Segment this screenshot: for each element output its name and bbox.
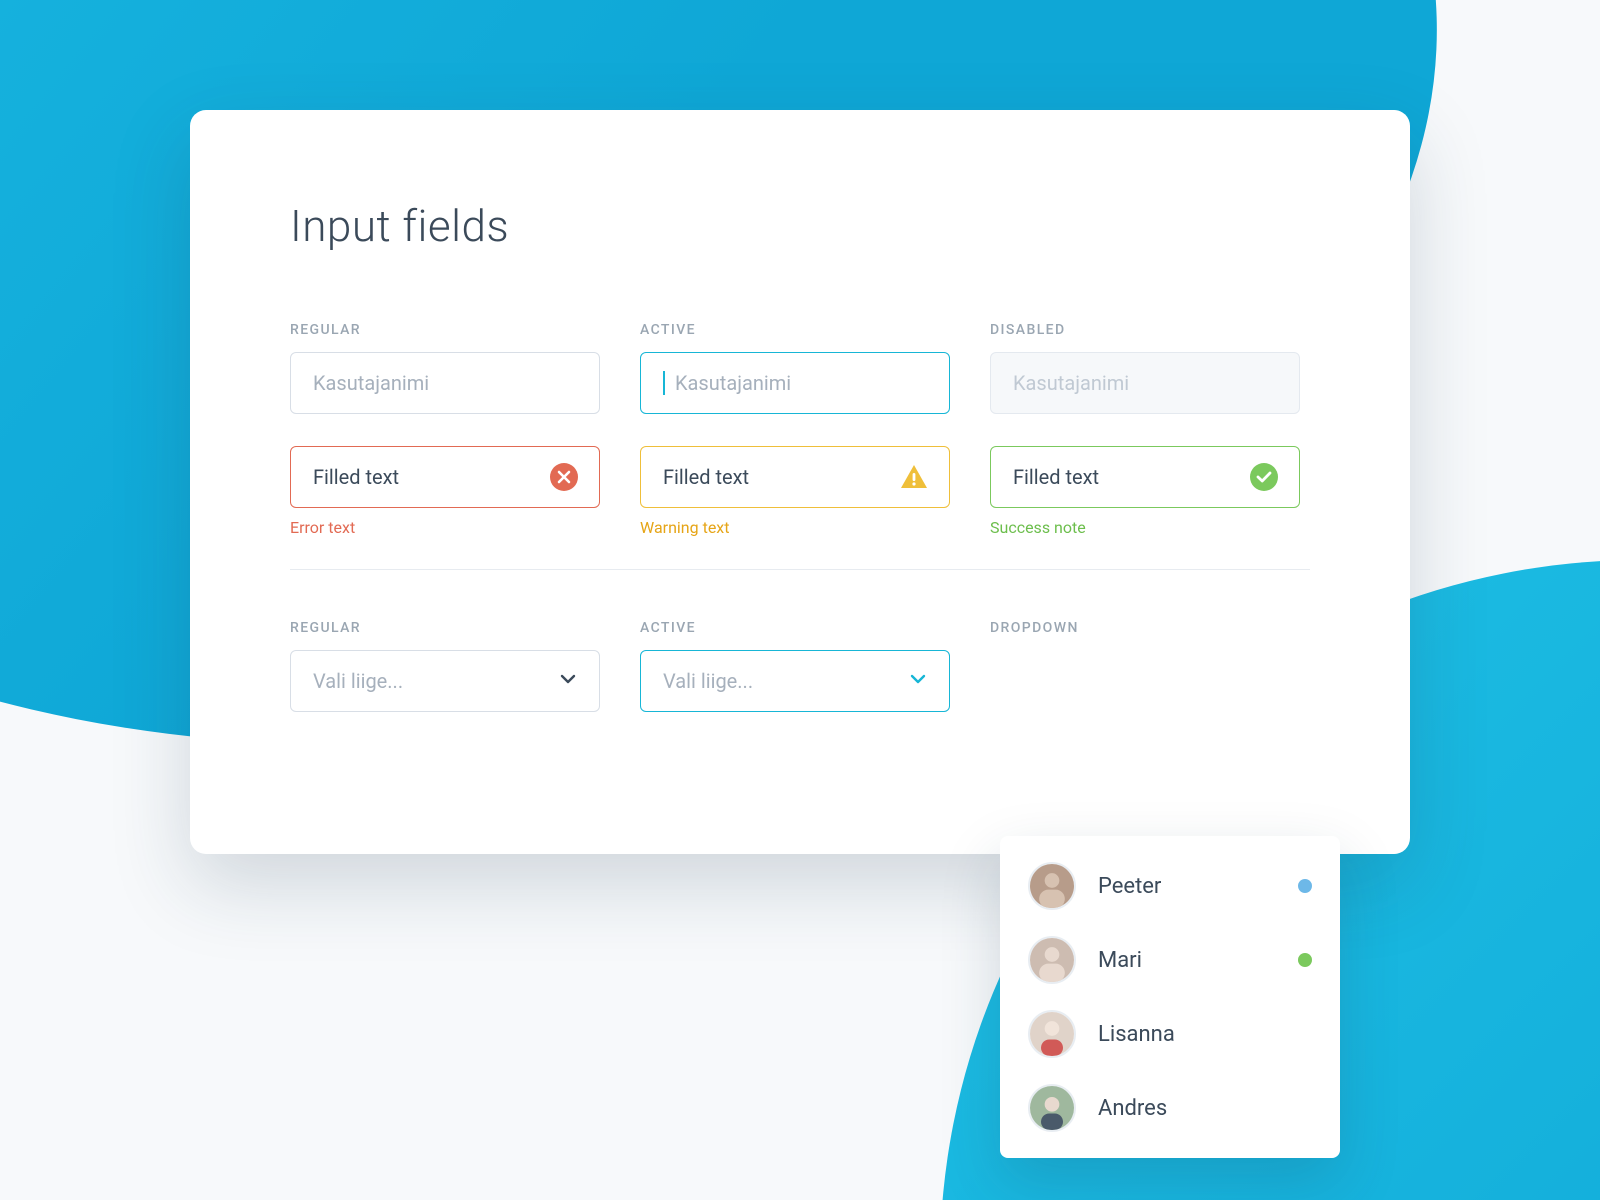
input-placeholder: Kasutajanimi bbox=[313, 371, 429, 395]
avatar bbox=[1028, 1010, 1076, 1058]
page-title: Input fields bbox=[290, 200, 1310, 252]
showcase-card: Input fields REGULAR Kasutajanimi ACTIVE… bbox=[190, 110, 1410, 854]
dropdown-option[interactable]: Lisanna bbox=[1028, 1010, 1312, 1058]
avatar bbox=[1028, 862, 1076, 910]
text-input-active[interactable]: Kasutajanimi bbox=[640, 352, 950, 414]
warning-icon bbox=[899, 462, 929, 492]
helper-text-warning: Warning text bbox=[640, 518, 950, 537]
text-input-error[interactable]: Filled text bbox=[290, 446, 600, 508]
text-input-success[interactable]: Filled text bbox=[990, 446, 1300, 508]
field-label: DROPDOWN bbox=[990, 620, 1300, 636]
dropdown-option-label: Andres bbox=[1098, 1096, 1312, 1121]
field-error: Filled text Error text bbox=[290, 446, 600, 537]
status-dot-icon bbox=[1298, 879, 1312, 893]
select-row: REGULAR Vali liige... ACTIVE Vali liige.… bbox=[290, 620, 1310, 712]
select-active[interactable]: Vali liige... bbox=[640, 650, 950, 712]
input-value: Filled text bbox=[313, 465, 399, 489]
select-placeholder: Vali liige... bbox=[313, 669, 403, 693]
dropdown-option[interactable]: Peeter bbox=[1028, 862, 1312, 910]
dropdown-option[interactable]: Andres bbox=[1028, 1084, 1312, 1132]
field-warning: Filled text Warning text bbox=[640, 446, 950, 537]
field-label: ACTIVE bbox=[640, 322, 950, 338]
dropdown-panel: Peeter Mari Lisanna Andres bbox=[1000, 836, 1340, 1158]
chevron-down-icon bbox=[559, 669, 577, 693]
avatar bbox=[1028, 1084, 1076, 1132]
input-row-states: REGULAR Kasutajanimi ACTIVE Kasutajanimi… bbox=[290, 322, 1310, 414]
dropdown-option-label: Mari bbox=[1098, 948, 1276, 973]
field-select-regular: REGULAR Vali liige... bbox=[290, 620, 600, 712]
success-icon bbox=[1249, 462, 1279, 492]
field-label: DISABLED bbox=[990, 322, 1300, 338]
section-divider bbox=[290, 569, 1310, 570]
field-regular: REGULAR Kasutajanimi bbox=[290, 322, 600, 414]
avatar bbox=[1028, 936, 1076, 984]
field-label: REGULAR bbox=[290, 322, 600, 338]
input-placeholder: Kasutajanimi bbox=[1013, 371, 1129, 395]
field-label: REGULAR bbox=[290, 620, 600, 636]
input-row-validation: Filled text Error text Filled text Warni… bbox=[290, 446, 1310, 537]
text-caret bbox=[663, 371, 665, 395]
text-input-warning[interactable]: Filled text bbox=[640, 446, 950, 508]
dropdown-option-label: Peeter bbox=[1098, 874, 1276, 899]
input-value: Filled text bbox=[1013, 465, 1099, 489]
input-placeholder: Kasutajanimi bbox=[675, 371, 791, 395]
status-dot-icon bbox=[1298, 953, 1312, 967]
field-active: ACTIVE Kasutajanimi bbox=[640, 322, 950, 414]
field-label: ACTIVE bbox=[640, 620, 950, 636]
field-select-active: ACTIVE Vali liige... bbox=[640, 620, 950, 712]
field-select-dropdown: DROPDOWN bbox=[990, 620, 1300, 712]
helper-text-success: Success note bbox=[990, 518, 1300, 537]
select-placeholder: Vali liige... bbox=[663, 669, 753, 693]
text-input-regular[interactable]: Kasutajanimi bbox=[290, 352, 600, 414]
error-icon bbox=[549, 462, 579, 492]
chevron-down-icon bbox=[909, 669, 927, 693]
field-disabled: DISABLED Kasutajanimi bbox=[990, 322, 1300, 414]
text-input-disabled: Kasutajanimi bbox=[990, 352, 1300, 414]
dropdown-option[interactable]: Mari bbox=[1028, 936, 1312, 984]
helper-text-error: Error text bbox=[290, 518, 600, 537]
dropdown-option-label: Lisanna bbox=[1098, 1022, 1312, 1047]
select-regular[interactable]: Vali liige... bbox=[290, 650, 600, 712]
field-success: Filled text Success note bbox=[990, 446, 1300, 537]
input-value: Filled text bbox=[663, 465, 749, 489]
